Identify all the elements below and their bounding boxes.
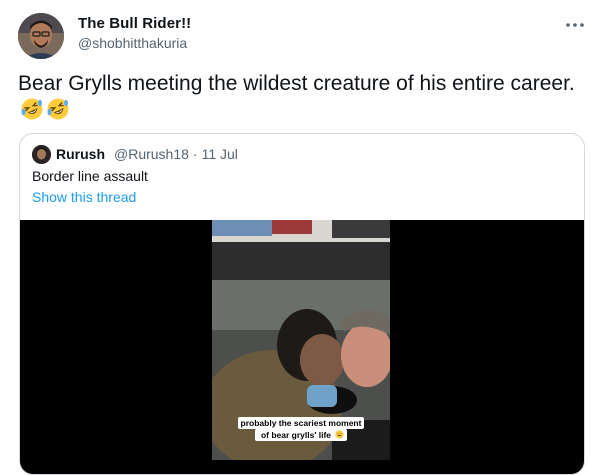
quoted-tweet[interactable]: Rurush @Rurush18 · 11 Jul Border line assa… [19,133,585,475]
quoted-meta: @Rurush18 · 11 Jul [114,146,242,162]
author-display-name[interactable]: The Bull Rider!! [78,15,191,32]
more-options-button[interactable] [564,14,586,36]
quoted-text: Border line assault [32,168,148,184]
video-caption: probably the scariest moment of bear gry… [226,417,376,441]
rolling-laughing-emoji-icon [46,97,70,128]
tweet-card: The Bull Rider!! @shobhitthakuria Bear G… [0,0,600,475]
quoted-handle[interactable]: @Rurush18 [114,146,189,162]
author-handle[interactable]: @shobhitthakuria [78,35,187,51]
author-avatar[interactable] [18,13,64,59]
user-avatar-photo-icon [18,13,64,59]
quoted-author-avatar[interactable] [32,145,51,164]
meta-separator: · [192,146,198,162]
quoted-date[interactable]: 11 Jul [202,146,238,162]
user-avatar-photo-icon [32,145,51,164]
quoted-display-name[interactable]: Rurush [56,146,105,162]
grinning-sweat-emoji-icon [335,430,344,439]
video-player[interactable]: probably the scariest moment of bear gry… [212,220,390,460]
quoted-media[interactable]: probably the scariest moment of bear gry… [20,220,584,474]
more-horizontal-icon [566,23,584,27]
tweet-text: Bear Grylls meeting the wildest creature… [18,70,588,128]
tweet-text-body: Bear Grylls meeting the wildest creature… [18,72,575,95]
video-caption-line-1: probably the scariest moment [237,417,365,429]
rolling-laughing-emoji-icon [20,97,44,128]
video-caption-line-2: of bear grylls' life [257,429,335,441]
show-thread-link[interactable]: Show this thread [32,189,136,205]
